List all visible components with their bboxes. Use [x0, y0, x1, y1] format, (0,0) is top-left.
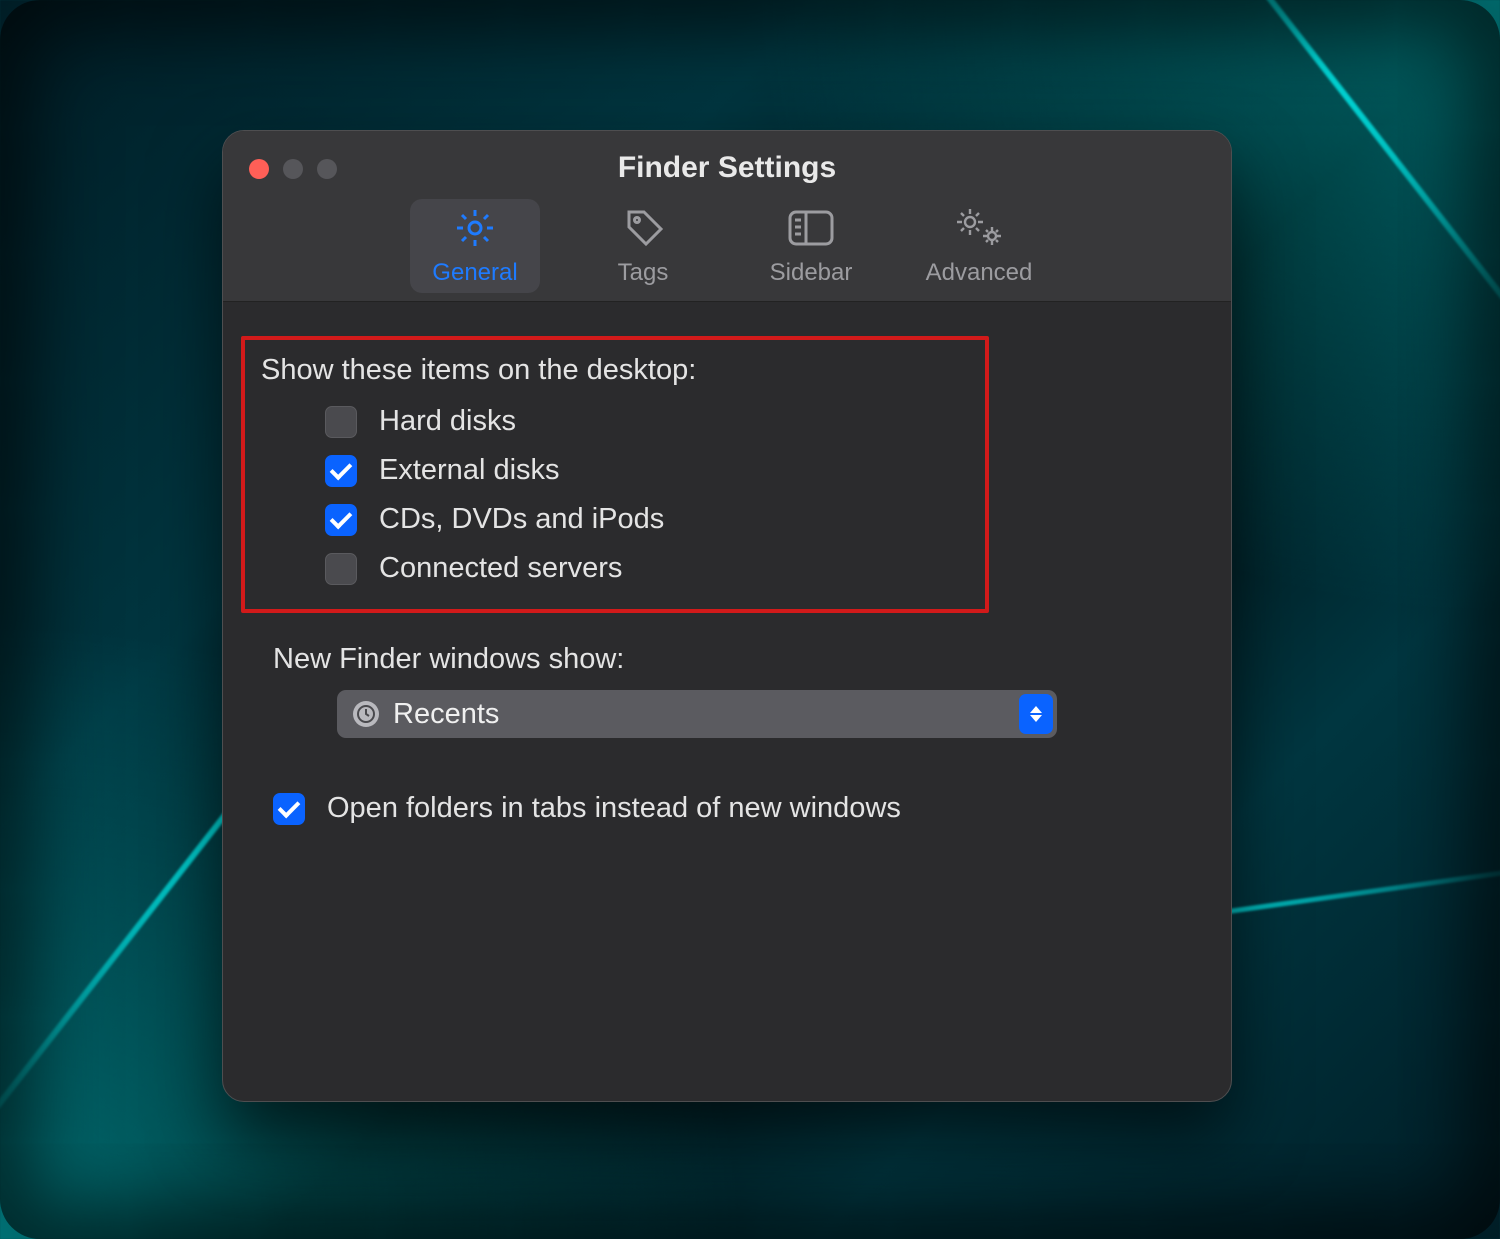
option-label: CDs, DVDs and iPods [379, 503, 664, 536]
tab-tags[interactable]: Tags [578, 199, 708, 293]
new-windows-label: New Finder windows show: [273, 643, 1187, 676]
tab-label: Advanced [926, 259, 1033, 287]
option-hard-disks: Hard disks [325, 405, 975, 438]
tab-label: General [432, 259, 517, 287]
new-windows-select[interactable]: Recents [337, 690, 1057, 738]
annotation-highlight: Show these items on the desktop: Hard di… [241, 336, 989, 613]
general-panel: Show these items on the desktop: Hard di… [223, 302, 1231, 825]
sidebar-icon [786, 205, 836, 251]
option-open-in-tabs: Open folders in tabs instead of new wind… [273, 792, 1187, 825]
option-label: Connected servers [379, 552, 622, 585]
tab-advanced[interactable]: Advanced [914, 199, 1044, 293]
window-title: Finder Settings [223, 151, 1231, 185]
tab-general[interactable]: General [410, 199, 540, 293]
gears-icon [952, 205, 1006, 251]
option-external-disks: External disks [325, 454, 975, 487]
toolbar: General Tags Sidebar [223, 193, 1231, 293]
recents-icon [353, 701, 379, 727]
tab-label: Tags [618, 259, 669, 287]
checkbox-hard-disks[interactable] [325, 406, 357, 438]
option-connected-servers: Connected servers [325, 552, 975, 585]
tab-sidebar[interactable]: Sidebar [746, 199, 876, 293]
gear-icon [453, 205, 497, 251]
show-items-label: Show these items on the desktop: [261, 354, 975, 387]
option-label: Open folders in tabs instead of new wind… [327, 792, 901, 825]
checkbox-connected-servers[interactable] [325, 553, 357, 585]
option-label: Hard disks [379, 405, 516, 438]
desktop-items-list: Hard disks External disks CDs, DVDs and … [325, 405, 975, 585]
checkbox-open-in-tabs[interactable] [273, 793, 305, 825]
checkbox-external-disks[interactable] [325, 455, 357, 487]
finder-settings-window: Finder Settings General Tags Sidebar [222, 130, 1232, 1102]
select-value: Recents [393, 698, 499, 731]
select-stepper-icon [1019, 694, 1053, 734]
titlebar: Finder Settings General Tags Sidebar [223, 131, 1231, 302]
option-label: External disks [379, 454, 560, 487]
tag-icon [621, 205, 665, 251]
checkbox-cds-dvds-ipods[interactable] [325, 504, 357, 536]
tab-label: Sidebar [770, 259, 853, 287]
option-cds-dvds-ipods: CDs, DVDs and iPods [325, 503, 975, 536]
